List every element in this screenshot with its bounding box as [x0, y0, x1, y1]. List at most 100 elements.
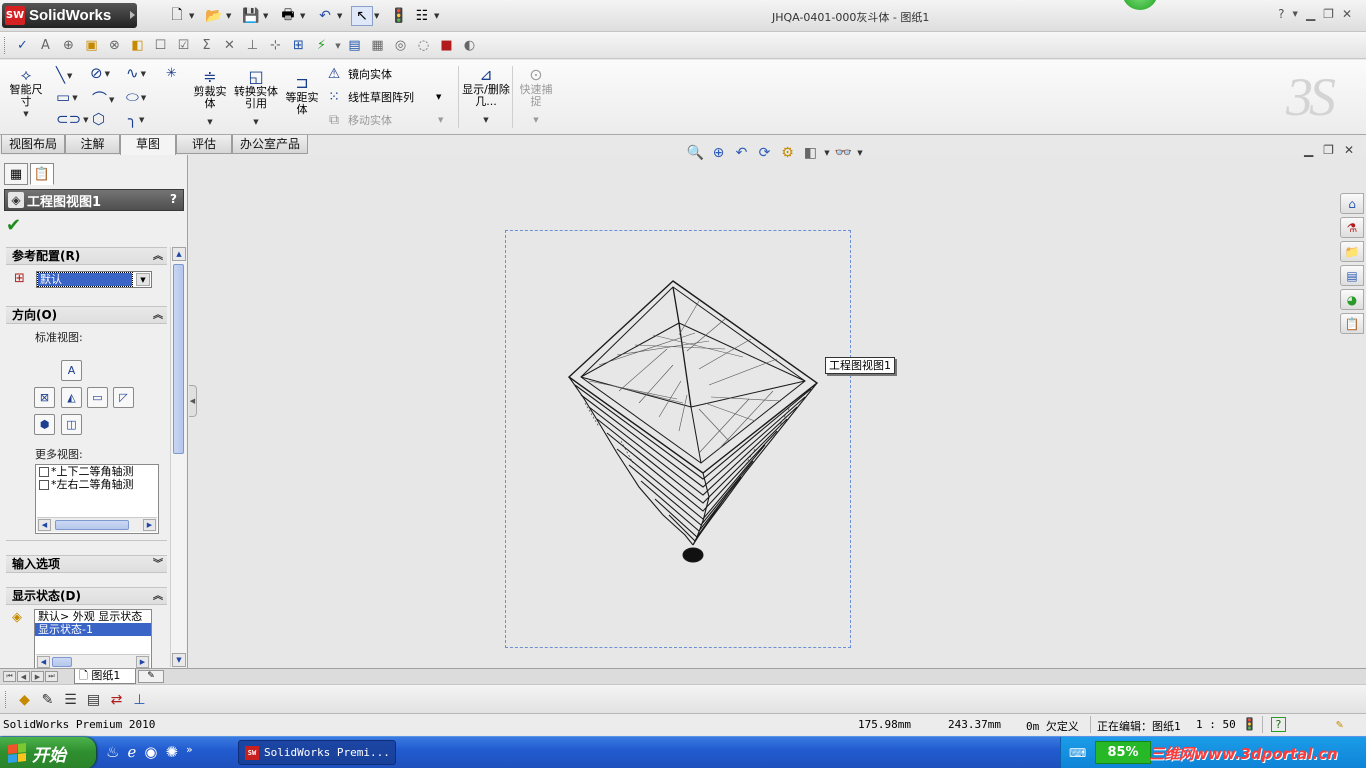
taskbar-solidworks-item[interactable]: SW SolidWorks Premi... [238, 740, 396, 765]
status-help-button[interactable]: ? [1271, 717, 1286, 732]
collapse-chevron-icon[interactable]: ︽ [153, 307, 163, 324]
surface-finish-icon[interactable]: ▣ [81, 35, 102, 56]
battery-percent-badge[interactable]: 85% [1095, 741, 1151, 764]
tab-sketch[interactable]: 草图 [120, 135, 176, 155]
quick-snaps-button[interactable]: ⊙ 快速捕捉 ▼ [516, 66, 556, 126]
weld-symbol-icon[interactable]: ⊗ [104, 35, 125, 56]
top-view-icon[interactable]: ⊠ [34, 387, 55, 408]
fillet-icon[interactable]: ╮ ▼ [128, 110, 144, 128]
new-dropdown-icon[interactable]: ▼ [189, 12, 197, 20]
previous-view-icon[interactable]: ↶ [731, 143, 752, 163]
import-options-header[interactable]: 输入选项 ︾ [6, 555, 167, 573]
new-document-icon[interactable]: 🗋 [166, 6, 188, 26]
toolbar-grip[interactable] [5, 691, 8, 708]
minimize-icon[interactable]: ▁ [1306, 7, 1315, 21]
color-display-mode-icon[interactable]: ⊥ [129, 690, 150, 710]
sheet-tab[interactable]: 🗋 图纸1 [74, 669, 136, 684]
rotate-view-icon[interactable]: ⟳ [754, 143, 775, 163]
display-delete-relations-button[interactable]: ⊿ 显示/删除几... ▼ [462, 66, 510, 126]
smart-dimension-button[interactable]: ⟡ 智能尺寸 ▼ [6, 66, 46, 120]
current-view-icon[interactable]: ◫ [61, 414, 82, 435]
trim-dropdown-icon[interactable]: ▼ [190, 116, 230, 128]
appearances-icon[interactable]: ◕ [1340, 289, 1364, 310]
doc-restore-icon[interactable]: ❐ [1323, 143, 1334, 157]
list-item[interactable]: 默认> 外观 显示状态 [35, 610, 151, 623]
scroll-thumb[interactable] [55, 520, 129, 530]
internet-explorer-icon[interactable]: ℯ [127, 743, 136, 761]
smart-dimension-dropdown-icon[interactable]: ▼ [6, 108, 46, 120]
save-icon[interactable]: 💾 [240, 6, 262, 26]
line-color-icon[interactable]: ✎ [37, 690, 58, 710]
horizontal-scrollbar[interactable]: ◀ ▶ [37, 517, 157, 532]
scroll-up-icon[interactable]: ▲ [172, 247, 186, 261]
hole-callout-icon[interactable]: ☐ [150, 35, 171, 56]
display-style-icon[interactable]: ◧ [800, 143, 821, 163]
trim-entities-button[interactable]: ≑ 剪裁实体 ▼ [190, 68, 230, 128]
tab-view-layout[interactable]: 视图布局 [1, 135, 65, 154]
note-icon[interactable]: A [35, 35, 56, 56]
area-hatch-icon[interactable]: ▦ [367, 35, 388, 56]
add-sheet-icon[interactable]: ✎ [138, 670, 164, 683]
balloon-icon[interactable]: ⊕ [58, 35, 79, 56]
print-dropdown-icon[interactable]: ▼ [300, 12, 308, 20]
display-state-list[interactable]: 默认> 外观 显示状态 显示状态-1 ◀ ▶ [34, 609, 152, 671]
linear-pattern-dropdown-icon[interactable]: ▼ [436, 93, 441, 101]
bottom-view-icon[interactable]: ▭ [87, 387, 108, 408]
quick-snaps-dropdown-icon[interactable]: ▼ [516, 114, 556, 126]
table-icon[interactable]: ⊞ [288, 35, 309, 56]
line-icon[interactable]: ╲ ▼ [56, 66, 72, 84]
help-dropdown-icon[interactable]: ▼ [1293, 10, 1298, 21]
relations-dropdown-icon[interactable]: ▼ [462, 114, 510, 126]
move-entities-button[interactable]: ⧉ 移动实体 ▼ [326, 112, 443, 128]
reference-config-header[interactable]: 参考配置(R) ︽ [6, 247, 167, 265]
scroll-left-icon[interactable]: ◀ [38, 519, 51, 531]
line-thickness-icon[interactable]: ☰ [60, 690, 81, 710]
reference-config-select[interactable]: 默认 ▼ [36, 271, 152, 288]
first-sheet-icon[interactable]: ⏮ [3, 671, 16, 682]
check-icon[interactable]: ◌ [413, 35, 434, 56]
rectangle-icon[interactable]: ▭ ▼ [56, 88, 78, 106]
close-icon[interactable]: ✕ [1342, 7, 1352, 21]
panel-collapse-handle[interactable]: ◀ [189, 385, 197, 417]
graphics-area[interactable]: 🔍 ⊕ ↶ ⟳ ⚙ ◧ ▼ 👓 ▼ ▁ ❐ ✕ ◀ 工程图视图1 ⌂ ⚗ 📁 ▤… [189, 143, 1366, 668]
block-dropdown-icon[interactable]: ▼ [334, 35, 342, 56]
circle-icon[interactable]: ⊘ ▼ [90, 64, 110, 82]
right-view-icon[interactable]: ◭ [61, 387, 82, 408]
view-settings-dropdown-icon[interactable]: ▼ [856, 143, 864, 163]
quick-launch-more-icon[interactable]: » [186, 743, 193, 761]
collapse-chevron-icon[interactable]: ︽ [153, 588, 163, 605]
open-folder-icon[interactable]: 📂 [203, 6, 225, 26]
chevron-down-icon[interactable]: ▼ [136, 273, 150, 286]
restore-icon[interactable]: ❐ [1323, 7, 1334, 21]
home-icon[interactable]: ⌂ [1340, 193, 1364, 214]
open-dropdown-icon[interactable]: ▼ [226, 12, 234, 20]
block-icon[interactable]: ⚡ [311, 35, 332, 56]
ellipse-icon[interactable]: ⬭ ▼ [126, 88, 146, 106]
line-style-icon[interactable]: ▤ [83, 690, 104, 710]
checkbox[interactable] [39, 479, 49, 490]
quick-tips-icon[interactable]: ✎ [1336, 717, 1343, 731]
back-view-icon[interactable]: ◸ [113, 387, 134, 408]
zoom-to-area-icon[interactable]: ⊕ [708, 143, 729, 163]
spell-check-icon[interactable]: ✓ [12, 35, 33, 56]
orientation-header[interactable]: 方向(O) ︽ [6, 306, 167, 324]
move-dropdown-icon[interactable]: ▼ [438, 116, 443, 124]
geometric-tolerance-icon[interactable]: ☑ [173, 35, 194, 56]
options-dropdown-icon[interactable]: ▼ [434, 12, 442, 20]
design-library-icon[interactable]: ⚗ [1340, 217, 1364, 238]
feature-tree-tab-icon[interactable]: ▦ [4, 163, 28, 185]
quick-launch-app-icon[interactable]: ♨ [106, 743, 119, 761]
select-pointer-icon[interactable]: ↖ [351, 6, 373, 26]
arc-icon[interactable]: ⌒ ▼ [92, 88, 114, 109]
horizontal-scrollbar[interactable]: ◀ ▶ [36, 654, 150, 669]
file-explorer-icon[interactable]: 📁 [1340, 241, 1364, 262]
expand-chevron-icon[interactable]: ︾ [153, 556, 163, 573]
offset-entities-button[interactable]: ⊐ 等距实体 [282, 74, 322, 116]
hide-show-edges-icon[interactable]: ⇄ [106, 690, 127, 710]
datum-icon[interactable]: ◧ [127, 35, 148, 56]
point-icon[interactable]: ✳ [166, 66, 177, 81]
ok-check-icon[interactable]: ✔ [6, 215, 21, 236]
rebuild-icon[interactable]: 🚦 [388, 6, 410, 26]
rebuild-drawing-icon[interactable]: ⚙ [777, 143, 798, 163]
layer-properties-icon[interactable]: ◆ [14, 690, 35, 710]
